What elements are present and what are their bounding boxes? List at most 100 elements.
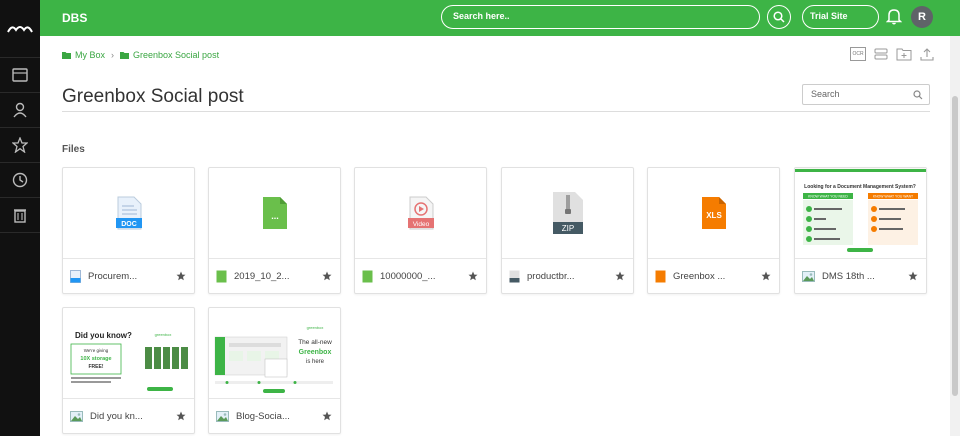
favorite-star-icon[interactable]: [176, 411, 186, 421]
user-avatar[interactable]: R: [911, 6, 933, 28]
video-file-icon: Video: [407, 196, 434, 230]
file-name: 10000000_...: [380, 271, 436, 282]
file-card[interactable]: ZIP productbr...: [501, 167, 634, 294]
logo-icon: [7, 25, 33, 32]
divider: [62, 111, 930, 112]
file-thumbnail: XLS: [648, 168, 779, 259]
blog-line3: is here: [306, 359, 325, 365]
file-thumbnail: greenbox Did you know? We're giving 10X …: [63, 308, 194, 399]
didyouknow-line1: We're giving: [84, 348, 109, 353]
file-name: 2019_10_2...: [234, 271, 290, 282]
file-card-footer: Blog-Socia...: [209, 399, 340, 434]
star-icon: [12, 137, 28, 153]
new-folder-icon[interactable]: [896, 47, 912, 61]
file-card[interactable]: greenbox The all-new Greenbox is here Bl…: [208, 307, 341, 434]
brand-name: DBS: [62, 11, 88, 25]
favorite-star-icon[interactable]: [322, 411, 332, 421]
file-card[interactable]: greenbox Did you know? We're giving 10X …: [62, 307, 195, 434]
image-file-icon: [70, 411, 83, 422]
file-name: Blog-Socia...: [236, 411, 290, 422]
folder-search-input[interactable]: Search: [802, 84, 930, 105]
search-icon: [773, 11, 785, 23]
topbar: DBS Search here.. Trial Site R: [40, 0, 960, 36]
xls-file-icon: XLS: [701, 197, 726, 229]
upload-icon[interactable]: [920, 47, 934, 61]
xls-label: XLS: [706, 211, 722, 220]
dms-preview-image: Looking for a Document Management System…: [795, 168, 926, 258]
file-card[interactable]: ... 2019_10_2...: [208, 167, 341, 294]
page-title: Greenbox Social post: [62, 86, 244, 107]
search-icon: [913, 90, 923, 100]
breadcrumb: My Box › Greenbox Social post: [62, 50, 219, 60]
app-logo[interactable]: [0, 0, 40, 58]
sidebar-item-box[interactable]: [0, 58, 40, 93]
file-card-footer: productbr...: [502, 259, 633, 294]
file-card-footer: DMS 18th ...: [795, 259, 926, 294]
file-name: Procurem...: [88, 271, 138, 282]
toolbar: OCR: [850, 47, 934, 61]
folder-icon: [62, 51, 71, 59]
file-name: DMS 18th ...: [822, 271, 875, 282]
sidebar: [0, 0, 40, 436]
file-card[interactable]: Video 10000000_...: [354, 167, 487, 294]
blog-line2: Greenbox: [299, 349, 332, 356]
generic-file-icon: ...: [262, 197, 287, 229]
ocr-button[interactable]: OCR: [850, 47, 866, 61]
file-card-footer: 10000000_...: [355, 259, 486, 294]
file-thumbnail: DOC: [63, 168, 194, 259]
generic-small-icon: [216, 270, 227, 283]
file-card[interactable]: Looking for a Document Management System…: [794, 167, 927, 294]
xls-small-icon: [655, 270, 666, 283]
breadcrumb-item-root[interactable]: My Box: [75, 50, 105, 60]
sidebar-item-favorites[interactable]: [0, 128, 40, 163]
file-card-footer: 2019_10_2...: [209, 259, 340, 294]
inbox-icon: [12, 68, 28, 82]
image-file-icon: [802, 271, 815, 282]
list-view-icon[interactable]: [874, 47, 888, 61]
zip-file-icon: ZIP: [552, 192, 583, 234]
file-card[interactable]: XLS Greenbox ...: [647, 167, 780, 294]
folder-search-placeholder: Search: [811, 89, 840, 99]
site-selector[interactable]: Trial Site: [802, 5, 879, 29]
file-thumbnail: ...: [209, 168, 340, 259]
section-label-files: Files: [62, 144, 85, 155]
folder-icon: [120, 51, 130, 59]
blog-brand: greenbox: [307, 325, 324, 330]
didyouknow-line3: FREE!: [89, 364, 104, 370]
favorite-star-icon[interactable]: [322, 271, 332, 281]
doc-label: DOC: [121, 221, 137, 228]
clock-icon: [12, 172, 28, 188]
sidebar-item-trash[interactable]: [0, 198, 40, 233]
sidebar-item-recent[interactable]: [0, 163, 40, 198]
didyouknow-brand: greenbox: [155, 332, 172, 337]
dms-right-title: KNOW WHAT YOU WANT: [873, 194, 913, 198]
scrollbar-thumb[interactable]: [952, 96, 958, 396]
generic-label: ...: [271, 211, 279, 221]
favorite-star-icon[interactable]: [176, 271, 186, 281]
global-search-button[interactable]: [767, 5, 791, 29]
zip-label: ZIP: [561, 224, 573, 233]
file-card-footer: Greenbox ...: [648, 259, 779, 294]
vertical-scrollbar[interactable]: [950, 36, 960, 436]
file-card-footer: Procurem...: [63, 259, 194, 294]
dms-left-title: KNOW WHAT YOU NEED: [808, 194, 848, 198]
favorite-star-icon[interactable]: [468, 271, 478, 281]
global-search-input[interactable]: Search here..: [441, 5, 760, 29]
chevron-right-icon: ›: [111, 50, 115, 60]
sidebar-item-users[interactable]: [0, 93, 40, 128]
video-label: Video: [412, 221, 429, 228]
video-small-icon: [362, 270, 373, 283]
file-name: Greenbox ...: [673, 271, 726, 282]
file-card-footer: Did you kn...: [63, 399, 194, 434]
notification-bell-button[interactable]: [885, 7, 903, 30]
breadcrumb-item-current[interactable]: Greenbox Social post: [133, 50, 219, 60]
favorite-star-icon[interactable]: [761, 271, 771, 281]
user-icon: [13, 102, 27, 118]
blog-line1: The all-new: [298, 339, 332, 346]
file-card[interactable]: DOC Procurem...: [62, 167, 195, 294]
didyouknow-heading: Did you know?: [75, 331, 132, 340]
dms-heading: Looking for a Document Management System…: [804, 184, 916, 190]
favorite-star-icon[interactable]: [908, 271, 918, 281]
file-name: Did you kn...: [90, 411, 143, 422]
favorite-star-icon[interactable]: [615, 271, 625, 281]
